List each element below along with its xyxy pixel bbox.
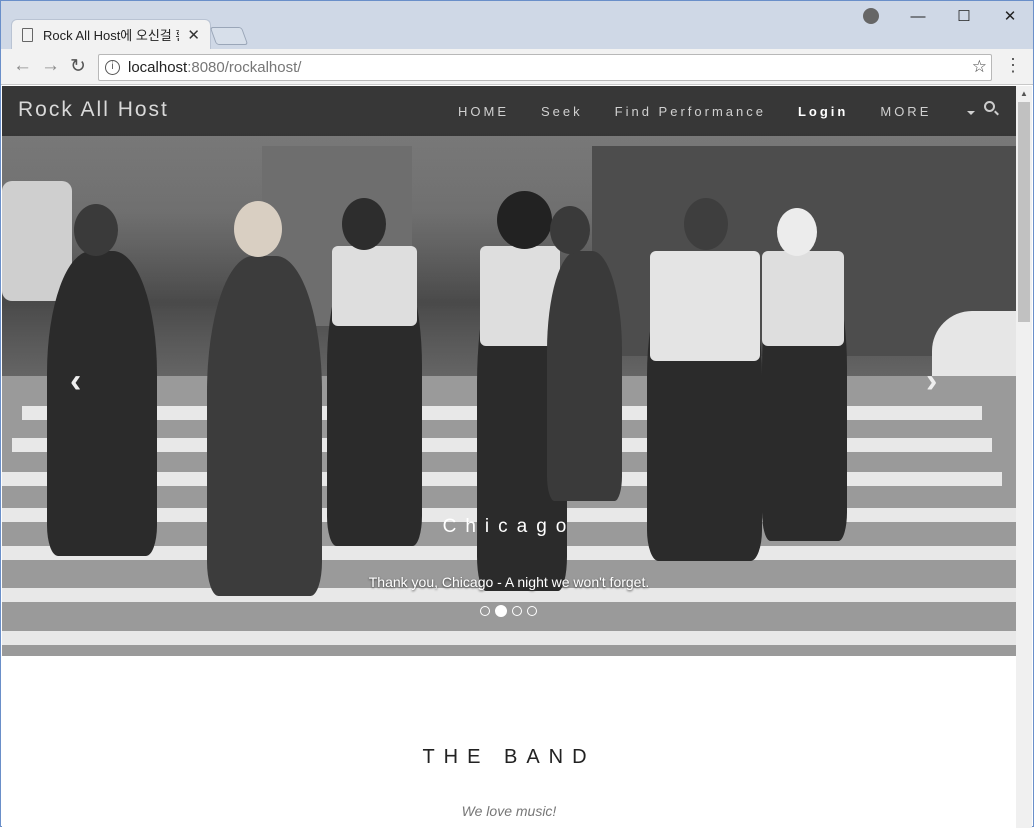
minimize-button[interactable]: —: [895, 8, 941, 25]
nav-login[interactable]: Login: [798, 104, 848, 119]
person-shape: [207, 256, 322, 596]
back-icon[interactable]: ←: [13, 55, 32, 77]
band-section-title: THE BAND: [422, 746, 596, 768]
forward-icon[interactable]: →: [41, 55, 60, 77]
band-section-subtitle: We love music!: [461, 803, 557, 819]
carousel-caption-text: Thank you, Chicago - A night we won't fo…: [368, 574, 650, 590]
close-window-button[interactable]: ✕: [987, 7, 1033, 25]
carousel-caption-title: Chicago: [442, 516, 576, 537]
carousel-next-icon[interactable]: ›: [926, 362, 937, 401]
browser-toolbar: ← → ↻ i localhost :8080/rockalhost/ ☆ ⋮: [1, 49, 1033, 85]
person-shirt: [332, 246, 417, 326]
carousel-indicator-dot[interactable]: [480, 606, 490, 616]
browser-window: Rock All Host에 오신걸 환영합니다 ✕ — ☐ ✕ ← → ↻ i…: [0, 0, 1034, 828]
url-host: localhost: [128, 59, 188, 76]
person-head: [74, 204, 118, 256]
document-icon: [22, 27, 33, 42]
person-head: [497, 191, 552, 249]
nav-more-dropdown[interactable]: MORE: [880, 104, 976, 119]
tab-title: Rock All Host에 오신걸 환영합니다: [43, 28, 179, 43]
person-shirt: [762, 251, 844, 346]
carousel-indicator-dot[interactable]: [512, 606, 522, 616]
info-icon[interactable]: i: [105, 60, 120, 75]
page-scrollbar[interactable]: ▲: [1016, 86, 1032, 828]
url-path: :8080/rockalhost/: [187, 59, 302, 76]
browser-menu-icon[interactable]: ⋮: [1004, 55, 1022, 76]
carousel-indicator-dot[interactable]: [495, 605, 507, 617]
person-head: [234, 201, 282, 257]
bookmark-star-icon[interactable]: ☆: [972, 57, 987, 77]
window-controls: — ☐ ✕: [895, 1, 1033, 31]
maximize-button[interactable]: ☐: [941, 7, 987, 25]
scroll-up-icon[interactable]: ▲: [1020, 89, 1028, 98]
carousel-prev-icon[interactable]: ‹: [70, 362, 81, 401]
nav-find-performance[interactable]: Find Performance: [615, 104, 766, 119]
carousel-indicator-dot[interactable]: [527, 606, 537, 616]
person-head: [777, 208, 817, 256]
reload-icon[interactable]: ↻: [70, 55, 86, 78]
search-icon[interactable]: [984, 101, 995, 112]
caret-down-icon: [967, 110, 976, 115]
site-brand[interactable]: Rock All Host: [18, 98, 169, 122]
person-shirt: [650, 251, 760, 361]
nav-more-label: MORE: [880, 104, 932, 119]
site-nav: HOME Seek Find Performance Login MORE: [458, 104, 1007, 119]
nav-seek[interactable]: Seek: [541, 104, 583, 119]
nav-home[interactable]: HOME: [458, 104, 509, 119]
scroll-thumb[interactable]: [1018, 102, 1030, 322]
hero-carousel: Rock All Host HOME Seek Find Performance…: [2, 86, 1016, 656]
person-head: [342, 198, 386, 250]
person-shape: [547, 251, 622, 501]
person-head: [550, 206, 590, 254]
site-navbar: Rock All Host HOME Seek Find Performance…: [2, 86, 1016, 136]
carousel-indicators: [480, 605, 542, 617]
title-bar: Rock All Host에 오신걸 환영합니다 ✕ — ☐ ✕: [1, 1, 1033, 49]
profile-icon[interactable]: [863, 8, 879, 24]
address-bar[interactable]: i localhost :8080/rockalhost/ ☆: [98, 54, 992, 81]
browser-tab[interactable]: Rock All Host에 오신걸 환영합니다 ✕: [11, 19, 211, 49]
page-viewport: Rock All Host HOME Seek Find Performance…: [2, 86, 1016, 828]
person-head: [684, 198, 728, 250]
tab-close-icon[interactable]: ✕: [187, 26, 200, 44]
new-tab-button[interactable]: [209, 27, 249, 45]
person-shape: [47, 251, 157, 556]
